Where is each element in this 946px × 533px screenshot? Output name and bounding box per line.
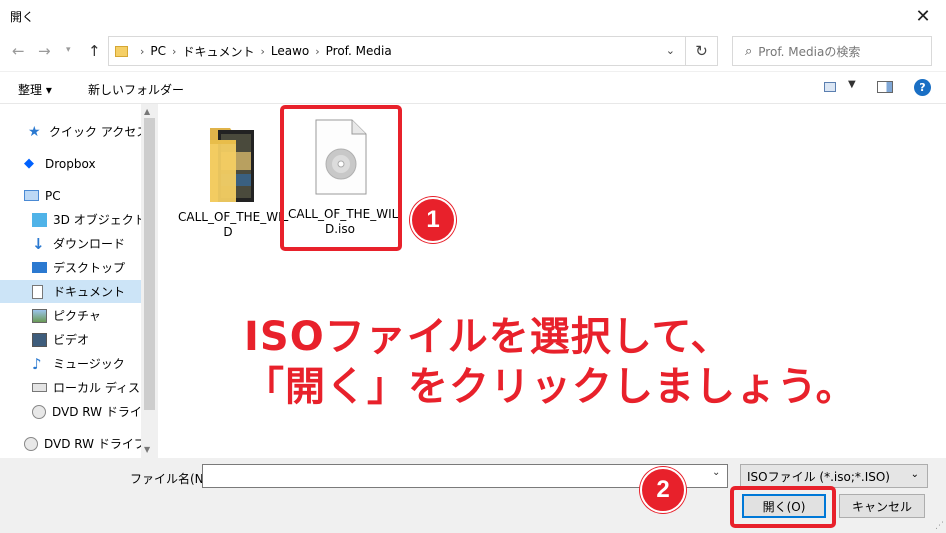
dropbox-icon: ◆ <box>24 155 34 171</box>
back-icon[interactable]: ← <box>12 42 25 60</box>
window-title: 開く <box>10 10 35 24</box>
chevron-down-icon[interactable]: ⌄ <box>712 467 720 478</box>
sidebar-item-downloads[interactable]: ↓ ダウンロード <box>0 232 141 255</box>
iso-selection-highlight <box>280 105 402 251</box>
scrollbar-thumb[interactable] <box>144 118 155 410</box>
sidebar-item-documents[interactable]: ドキュメント <box>0 280 141 303</box>
file-type-select[interactable]: ISOファイル (*.iso;*.ISO) ⌄ <box>740 464 928 488</box>
chevron-down-icon: ⌄ <box>910 469 919 480</box>
chevron-right-icon[interactable]: › <box>315 45 319 58</box>
sidebar-item-dvd-drive-d[interactable]: DVD RW ドライブ (D <box>0 432 141 455</box>
download-icon: ↓ <box>32 234 45 253</box>
sidebar-item-label: デスクトップ <box>53 261 126 275</box>
open-button-highlight <box>730 486 836 528</box>
star-icon: ★ <box>28 123 41 140</box>
instruction-annotation: ISOファイルを選択して、 「開く」をクリックしましょう。 <box>244 312 857 412</box>
search-icon: ⌕ <box>745 43 753 59</box>
annotation-line-2: 「開く」をクリックしましょう。 <box>244 364 857 410</box>
refresh-icon: ↻ <box>695 42 708 60</box>
refresh-button[interactable]: ↻ <box>686 36 718 66</box>
up-icon[interactable]: ↑ <box>88 42 101 60</box>
view-icon[interactable] <box>824 82 836 92</box>
sidebar-item-3d-objects[interactable]: 3D オブジェクト <box>0 208 141 231</box>
sidebar-item-label: ダウンロード <box>53 237 126 251</box>
sidebar-item-local-disk[interactable]: ローカル ディスク (C <box>0 376 141 399</box>
file-type-value: ISOファイル (*.iso;*.ISO) <box>747 469 890 484</box>
scroll-down-icon[interactable]: ▼ <box>144 445 150 454</box>
video-folder-icon <box>210 128 254 202</box>
step-badge-1: 1 <box>410 197 456 243</box>
pc-icon <box>24 190 39 201</box>
sidebar-item-quick-access[interactable]: ★ クイック アクセス <box>0 120 141 143</box>
sidebar-item-music[interactable]: ♪ ミュージック <box>0 352 141 375</box>
help-icon[interactable]: ? <box>914 79 931 96</box>
music-icon: ♪ <box>32 354 42 373</box>
file-name: CALL_OF_THE_WIL D <box>178 210 289 239</box>
breadcrumb-documents[interactable]: ドキュメント <box>182 43 254 60</box>
new-folder-button[interactable]: 新しいフォルダー <box>88 81 184 98</box>
desktop-icon <box>32 262 47 273</box>
sidebar-item-label: ミュージック <box>53 357 125 371</box>
file-item-folder[interactable]: CALL_OF_THE_WIL D <box>178 122 289 240</box>
video-icon <box>32 332 47 347</box>
sidebar-item-label: 3D オブジェクト <box>53 213 141 227</box>
dvd-icon <box>32 404 46 419</box>
sidebar-item-label: ピクチャ <box>53 309 101 323</box>
view-chevron-down-icon[interactable]: ▼ <box>848 79 856 90</box>
sidebar-item-label: クイック アクセス <box>49 125 141 139</box>
sidebar-item-label: PC <box>45 188 61 203</box>
breadcrumb-leawo[interactable]: Leawo <box>271 44 309 58</box>
sidebar-item-dvd-drive[interactable]: DVD RW ドライブ ( <box>0 400 141 423</box>
sidebar-item-label: DVD RW ドライブ ( <box>52 405 141 419</box>
organize-button[interactable]: 整理 ▾ <box>18 81 52 98</box>
sidebar-item-videos[interactable]: ビデオ <box>0 328 141 351</box>
step-badge-2: 2 <box>640 467 686 513</box>
navigation-pane: ★ クイック アクセス ◆ Dropbox PC 3D オブジェクト ↓ ダウン… <box>0 104 158 458</box>
folder-icon <box>115 45 128 57</box>
picture-icon <box>32 308 47 323</box>
address-bar[interactable]: › PC › ドキュメント › Leawo › Prof. Media ⌄ <box>108 36 686 66</box>
breadcrumb-pc[interactable]: PC <box>150 44 166 58</box>
sidebar-item-label: ビデオ <box>53 333 90 347</box>
sidebar-item-label: DVD RW ドライブ (D <box>44 437 141 451</box>
sidebar-item-desktop[interactable]: デスクトップ <box>0 256 141 279</box>
document-icon <box>32 284 43 299</box>
sidebar-item-label: ローカル ディスク (C <box>53 381 141 395</box>
dvd-icon <box>24 436 38 451</box>
cube-icon <box>32 212 47 227</box>
chevron-right-icon[interactable]: › <box>260 45 264 58</box>
address-row: ← → ▾ ↑ › PC › ドキュメント › Leawo › Prof. Me… <box>0 32 946 70</box>
sidebar-item-pc[interactable]: PC <box>0 184 141 207</box>
sidebar-item-label: Dropbox <box>45 156 96 171</box>
cancel-button[interactable]: キャンセル <box>839 494 925 518</box>
chevron-right-icon[interactable]: › <box>172 45 176 58</box>
recent-chevron-icon[interactable]: ▾ <box>66 45 71 55</box>
chevron-right-icon[interactable]: › <box>140 45 144 58</box>
resize-grip-icon[interactable]: ⋰ <box>935 521 944 531</box>
filename-label: ファイル名(N): <box>130 472 213 486</box>
search-placeholder: Prof. Mediaの検索 <box>758 44 861 59</box>
search-input[interactable]: ⌕ Prof. Mediaの検索 <box>732 36 932 66</box>
close-icon[interactable]: ✕ <box>900 0 946 32</box>
breadcrumb-prof-media[interactable]: Prof. Media <box>326 44 392 58</box>
sidebar-item-label: ドキュメント <box>53 285 126 299</box>
annotation-line-1: ISOファイルを選択して、 <box>244 314 732 360</box>
chevron-down-icon[interactable]: ⌄ <box>666 44 675 57</box>
sidebar-item-pictures[interactable]: ピクチャ <box>0 304 141 327</box>
disk-icon <box>32 383 47 392</box>
sidebar-item-dropbox[interactable]: ◆ Dropbox <box>0 152 141 175</box>
title-bar: 開く ✕ <box>0 0 946 32</box>
forward-icon[interactable]: → <box>38 42 51 60</box>
toolbar: 整理 ▾ 新しいフォルダー ▼ ? <box>0 71 946 104</box>
scroll-up-icon[interactable]: ▲ <box>144 107 150 116</box>
preview-pane-icon[interactable] <box>877 81 893 93</box>
